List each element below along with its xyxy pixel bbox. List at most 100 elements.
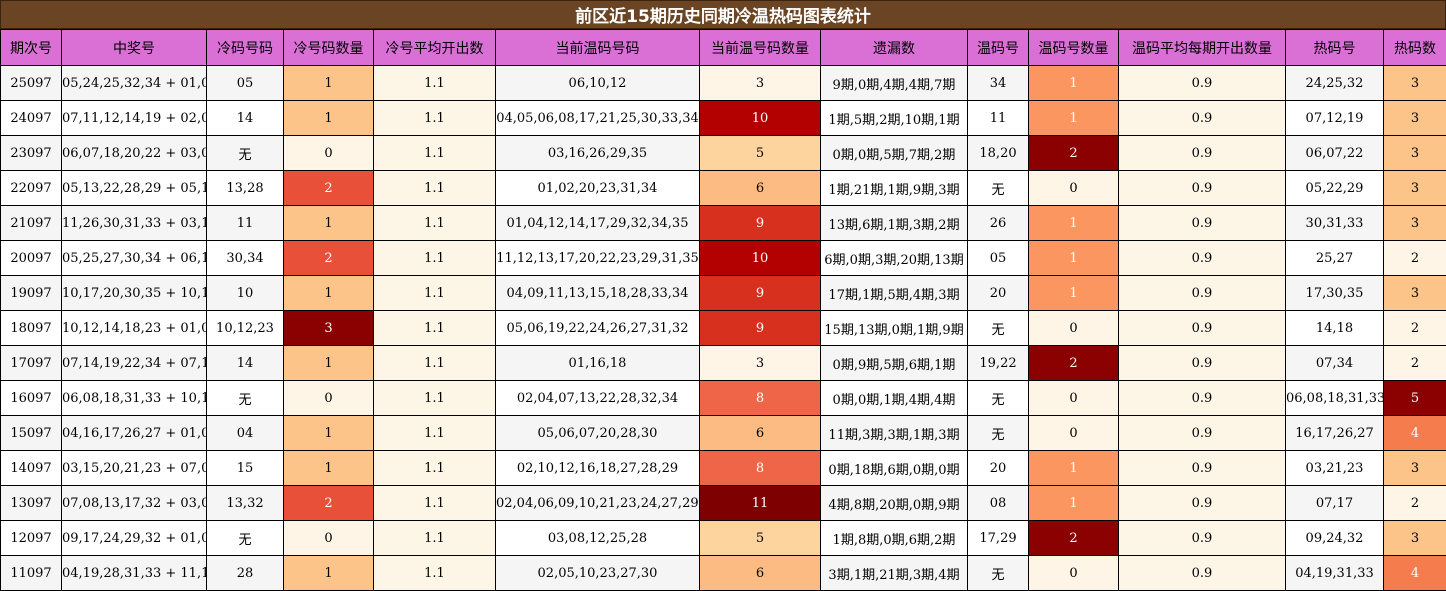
cell-hot-numbers: 25,27: [1285, 240, 1384, 276]
cell-winning-numbers: 10,12,14,18,23 + 01,04: [61, 310, 207, 346]
cell-hot-count: 2: [1383, 345, 1446, 381]
cell-issue: 15097: [0, 415, 62, 451]
cell-cold-count: 2: [283, 240, 374, 276]
cell-issue: 23097: [0, 135, 62, 171]
cell-warm-code-count: 1: [1028, 485, 1119, 521]
cell-cold-count: 0: [283, 135, 374, 171]
cell-hot-count: 3: [1383, 520, 1446, 556]
table-row: 25097 05,24,25,32,34 + 01,09 05 1 1.1 06,10,1…: [0, 65, 1446, 101]
cell-warm-code: 无: [967, 170, 1029, 206]
cell-winning-numbers: 11,26,30,31,33 + 03,10: [61, 205, 207, 241]
table-row: 14097 03,15,20,21,23 + 07,09 15 1 1.1 02,10,1…: [0, 450, 1446, 486]
cell-warm-numbers: 02,04,07,13,22,28,32,34: [495, 380, 700, 416]
cell-warm-avg: 0.9: [1118, 415, 1286, 451]
cell-warm-code-count: 1: [1028, 450, 1119, 486]
cell-cold-avg: 1.1: [373, 555, 496, 591]
cell-warm-code-count: 2: [1028, 520, 1119, 556]
cell-warm-avg: 0.9: [1118, 380, 1286, 416]
cell-hot-count: 2: [1383, 310, 1446, 346]
cell-hot-numbers: 07,17: [1285, 485, 1384, 521]
cell-warm-numbers: 02,04,06,09,10,21,23,24,27,29,31: [495, 485, 700, 521]
cell-issue: 11097: [0, 555, 62, 591]
cell-warm-code-count: 1: [1028, 240, 1119, 276]
cell-cold-count: 1: [283, 345, 374, 381]
cell-winning-numbers: 03,15,20,21,23 + 07,09: [61, 450, 207, 486]
cell-hot-numbers: 30,31,33: [1285, 205, 1384, 241]
cell-hot-count: 4: [1383, 415, 1446, 451]
header-issue: 期次号: [0, 29, 62, 66]
cell-cold-avg: 1.1: [373, 310, 496, 346]
cell-hot-count: 5: [1383, 380, 1446, 416]
cell-warm-numbers: 06,10,12: [495, 65, 700, 101]
cell-warm-code: 11: [967, 100, 1029, 136]
header-warm-numbers: 当前温码号码: [495, 29, 700, 66]
cell-missing: 15期,13期,0期,1期,9期: [820, 310, 968, 346]
cell-cold-avg: 1.1: [373, 240, 496, 276]
cell-cold-count: 2: [283, 485, 374, 521]
cell-hot-numbers: 07,12,19: [1285, 100, 1384, 136]
cell-warm-avg: 0.9: [1118, 450, 1286, 486]
cell-warm-code: 无: [967, 555, 1029, 591]
cell-cold-count: 1: [283, 450, 374, 486]
cell-issue: 19097: [0, 275, 62, 311]
cell-winning-numbers: 07,14,19,22,34 + 07,12: [61, 345, 207, 381]
cell-cold-numbers: 30,34: [206, 240, 284, 276]
cell-warm-count: 8: [699, 380, 821, 416]
cell-hot-numbers: 17,30,35: [1285, 275, 1384, 311]
cell-warm-count: 5: [699, 135, 821, 171]
cell-warm-code: 无: [967, 310, 1029, 346]
cell-missing: 4期,8期,20期,0期,9期: [820, 485, 968, 521]
cell-hot-count: 3: [1383, 205, 1446, 241]
cell-cold-numbers: 13,28: [206, 170, 284, 206]
cell-missing: 0期,0期,1期,4期,4期: [820, 380, 968, 416]
cell-warm-numbers: 01,04,12,14,17,29,32,34,35: [495, 205, 700, 241]
cell-hot-count: 3: [1383, 65, 1446, 101]
cell-winning-numbers: 07,08,13,17,32 + 03,08: [61, 485, 207, 521]
cell-hot-count: 3: [1383, 100, 1446, 136]
cell-cold-numbers: 10,12,23: [206, 310, 284, 346]
cell-hot-numbers: 04,19,31,33: [1285, 555, 1384, 591]
cell-warm-code: 20: [967, 275, 1029, 311]
cell-warm-count: 11: [699, 485, 821, 521]
header-winning-numbers: 中奖号: [61, 29, 207, 66]
cell-warm-count: 9: [699, 275, 821, 311]
cell-hot-numbers: 06,08,18,31,33: [1285, 380, 1384, 416]
page: 前区近15期历史同期冷温热码图表统计 期次号 中奖号 冷码号码 冷号码数量 冷号平均开出…: [0, 0, 1446, 591]
cell-warm-code-count: 1: [1028, 275, 1119, 311]
cell-cold-count: 0: [283, 520, 374, 556]
cell-issue: 17097: [0, 345, 62, 381]
header-hot-numbers: 热码号: [1285, 29, 1384, 66]
cell-issue: 12097: [0, 520, 62, 556]
cell-cold-numbers: 28: [206, 555, 284, 591]
cell-cold-avg: 1.1: [373, 100, 496, 136]
cell-warm-numbers: 02,05,10,23,27,30: [495, 555, 700, 591]
cell-hot-count: 3: [1383, 275, 1446, 311]
cell-warm-avg: 0.9: [1118, 555, 1286, 591]
cell-warm-count: 8: [699, 450, 821, 486]
cell-warm-code: 08: [967, 485, 1029, 521]
cell-issue: 22097: [0, 170, 62, 206]
cell-cold-count: 1: [283, 555, 374, 591]
cell-warm-numbers: 04,09,11,13,15,18,28,33,34: [495, 275, 700, 311]
cell-warm-code-count: 1: [1028, 65, 1119, 101]
cell-cold-numbers: 13,32: [206, 485, 284, 521]
cell-warm-count: 10: [699, 100, 821, 136]
cell-hot-count: 3: [1383, 450, 1446, 486]
cell-missing: 0期,9期,5期,6期,1期: [820, 345, 968, 381]
table-row: 20097 05,25,27,30,34 + 06,12 30,34 2 1.1 11,1…: [0, 240, 1446, 276]
table-row: 13097 07,08,13,17,32 + 03,08 13,32 2 1.1 02,0…: [0, 485, 1446, 521]
table-row: 22097 05,13,22,28,29 + 05,11 13,28 2 1.1 01,0…: [0, 170, 1446, 206]
table-row: 23097 06,07,18,20,22 + 03,09 无 0 1.1 03,16,26…: [0, 135, 1446, 171]
cell-winning-numbers: 06,08,18,31,33 + 10,12: [61, 380, 207, 416]
cell-cold-count: 0: [283, 380, 374, 416]
cell-missing: 11期,3期,3期,1期,3期: [820, 415, 968, 451]
cell-winning-numbers: 06,07,18,20,22 + 03,09: [61, 135, 207, 171]
table-body: 25097 05,24,25,32,34 + 01,09 05 1 1.1 06,10,1…: [0, 65, 1446, 591]
cell-missing: 3期,1期,21期,3期,4期: [820, 555, 968, 591]
cell-cold-count: 1: [283, 205, 374, 241]
cell-warm-avg: 0.9: [1118, 275, 1286, 311]
cell-warm-avg: 0.9: [1118, 65, 1286, 101]
cell-warm-count: 3: [699, 345, 821, 381]
cell-hot-numbers: 14,18: [1285, 310, 1384, 346]
cell-cold-avg: 1.1: [373, 485, 496, 521]
